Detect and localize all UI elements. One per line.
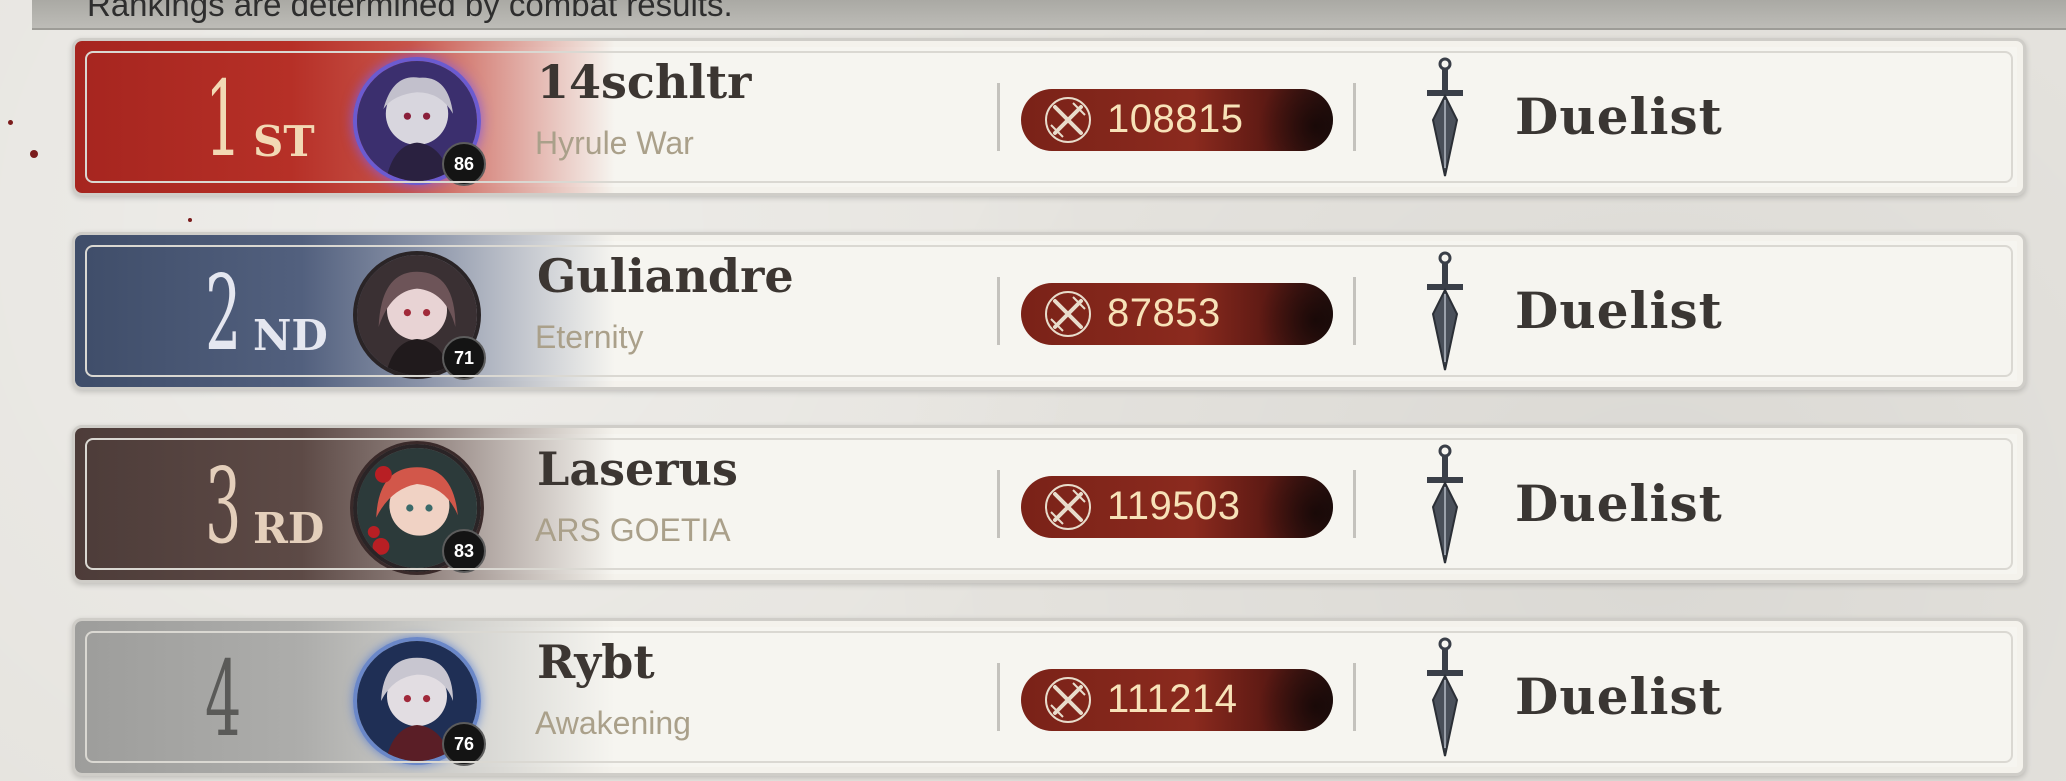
rank-suffix: RD bbox=[253, 504, 325, 553]
crossed-swords-icon bbox=[1045, 291, 1091, 337]
title-label: Duelist bbox=[1515, 281, 1723, 340]
guild-name: Awakening bbox=[535, 705, 691, 741]
player-name[interactable]: Guliandre bbox=[537, 249, 794, 303]
crossed-swords-icon bbox=[1045, 484, 1091, 530]
divider bbox=[1353, 663, 1356, 731]
crossed-swords-icon bbox=[1045, 97, 1091, 143]
divider bbox=[1353, 83, 1356, 151]
player-level-badge: 76 bbox=[442, 722, 486, 766]
rank-plate bbox=[75, 621, 615, 773]
rank-suffix: ST bbox=[253, 117, 315, 166]
dagger-icon bbox=[1427, 251, 1463, 371]
guild-name: Hyrule War bbox=[535, 125, 694, 161]
ranking-row[interactable]: 2 ND 71 Guliandre Eternity 87853 Duelist bbox=[72, 232, 2026, 390]
guild-name: ARS GOETIA bbox=[535, 512, 731, 548]
divider bbox=[1353, 277, 1356, 345]
rank-badge: 3 RD bbox=[205, 448, 345, 558]
combat-score-badge: 108815 bbox=[1021, 89, 1333, 151]
rank-number: 4 bbox=[205, 638, 242, 760]
rank-number: 1 bbox=[205, 58, 242, 180]
combat-score-badge: 119503 bbox=[1021, 476, 1333, 538]
combat-score: 108815 bbox=[1107, 97, 1244, 141]
crossed-swords-icon bbox=[1045, 677, 1091, 723]
rank-plate bbox=[75, 235, 615, 387]
rank-plate bbox=[75, 41, 615, 193]
divider bbox=[997, 663, 1000, 731]
divider bbox=[997, 277, 1000, 345]
ranking-row[interactable]: 1 ST 86 14schltr Hyrule War 108815 Dueli… bbox=[72, 38, 2026, 196]
rank-number: 3 bbox=[205, 445, 242, 567]
title-label: Duelist bbox=[1515, 474, 1723, 533]
title-label: Duelist bbox=[1515, 87, 1723, 146]
dagger-icon bbox=[1427, 637, 1463, 757]
ranking-info-banner: Rankings are determined by combat result… bbox=[32, 0, 2066, 30]
rank-number: 2 bbox=[205, 252, 242, 374]
blood-splatter bbox=[30, 150, 38, 158]
dagger-icon bbox=[1427, 444, 1463, 564]
rank-badge: 2 ND bbox=[205, 255, 345, 365]
divider bbox=[997, 83, 1000, 151]
rank-badge: 4 bbox=[205, 641, 345, 751]
player-level-badge: 86 bbox=[442, 142, 486, 186]
player-level-badge: 71 bbox=[442, 336, 486, 380]
blood-splatter bbox=[8, 120, 13, 125]
divider bbox=[997, 470, 1000, 538]
player-name[interactable]: 14schltr bbox=[537, 55, 751, 109]
divider bbox=[1353, 470, 1356, 538]
ranking-row[interactable]: 4 76 Rybt Awakening 111214 Duelist bbox=[72, 618, 2026, 776]
guild-name: Eternity bbox=[535, 319, 644, 355]
player-name[interactable]: Laserus bbox=[537, 442, 738, 496]
blood-splatter bbox=[188, 218, 192, 222]
combat-score-badge: 87853 bbox=[1021, 283, 1333, 345]
title-label: Duelist bbox=[1515, 667, 1723, 726]
rank-plate bbox=[75, 428, 615, 580]
rank-suffix: ND bbox=[253, 311, 328, 360]
ranking-info-text: Rankings are determined by combat result… bbox=[87, 0, 733, 23]
dagger-icon bbox=[1427, 57, 1463, 177]
ranking-row[interactable]: 3 RD 83 Laserus ARS GOETIA 119503 Duelis… bbox=[72, 425, 2026, 583]
rank-badge: 1 ST bbox=[205, 61, 345, 171]
player-name[interactable]: Rybt bbox=[537, 635, 655, 689]
combat-score-badge: 111214 bbox=[1021, 669, 1333, 731]
combat-score: 87853 bbox=[1107, 291, 1221, 335]
combat-score: 119503 bbox=[1107, 484, 1241, 528]
player-level-badge: 83 bbox=[442, 529, 486, 573]
combat-score: 111214 bbox=[1107, 677, 1238, 721]
